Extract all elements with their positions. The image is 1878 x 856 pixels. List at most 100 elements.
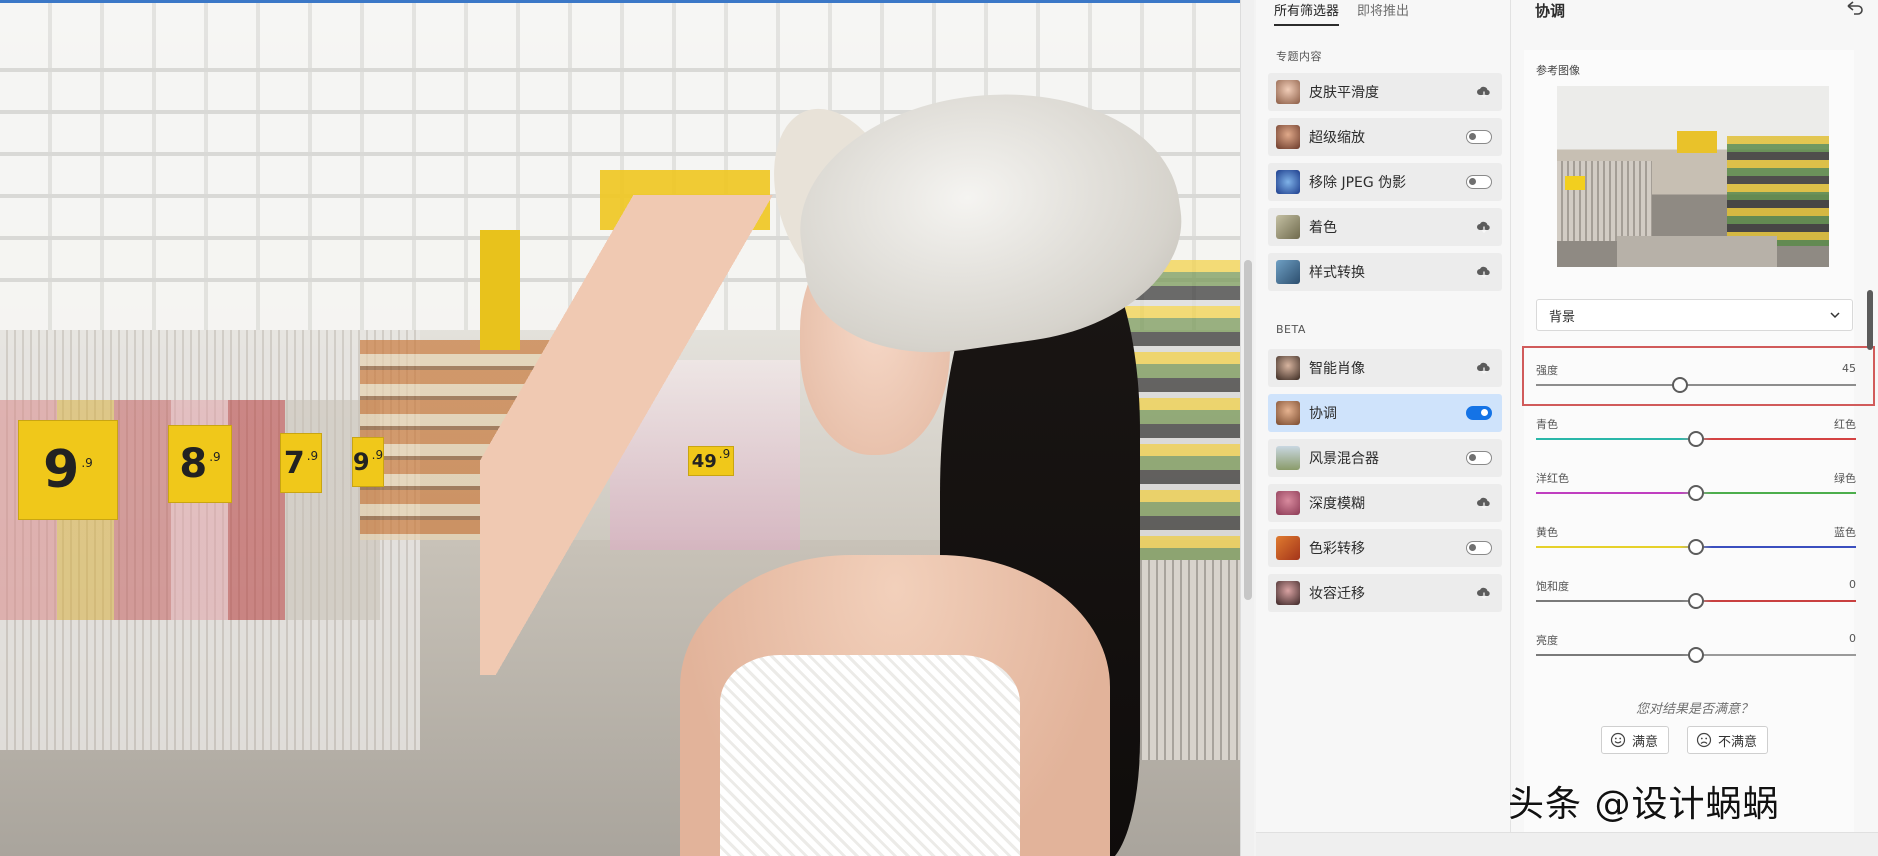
- featured-section-title: 专题内容: [1276, 50, 1322, 63]
- slider-value-label: 红色: [1834, 418, 1856, 431]
- properties-scrollbar-thumb[interactable]: [1867, 290, 1873, 350]
- app-window: 9.9 8.9 7.9 9.9 49.9 所有筛选器: [0, 0, 1878, 856]
- slider-0[interactable]: 强度 45: [1536, 362, 1856, 402]
- jpeg-artifact-thumbnail-icon: [1276, 170, 1300, 194]
- filter-toggle[interactable]: [1466, 451, 1492, 465]
- reference-image-thumbnail[interactable]: [1557, 86, 1829, 267]
- reference-price-tag: [1565, 176, 1585, 190]
- unsatisfied-button[interactable]: 不满意: [1687, 726, 1769, 754]
- watermark-text: 头条 @设计蜗蜗: [1508, 784, 1780, 825]
- filter-toggle[interactable]: [1466, 175, 1492, 189]
- slider-label: 亮度: [1536, 634, 1558, 647]
- slider-label: 黄色: [1536, 526, 1558, 539]
- price-tag: 8.9: [168, 425, 232, 503]
- feedback-question: 您对结果是否满意？: [1635, 702, 1753, 717]
- neural-filters-list: 所有筛选器 即将推出 专题内容 皮肤平滑度超级缩放移除 JPEG 伪影 着色样式转…: [1256, 0, 1510, 856]
- photo-subject-hat: [784, 69, 1196, 371]
- slider-label: 青色: [1536, 418, 1558, 431]
- satisfied-button[interactable]: 满意: [1601, 726, 1670, 754]
- slider-label: 饱和度: [1536, 580, 1569, 593]
- style-transfer-thumbnail-icon: [1276, 260, 1300, 284]
- skin-smoothing-thumbnail-icon: [1276, 80, 1300, 104]
- slider-label: 强度: [1536, 364, 1558, 377]
- tab-all-filters[interactable]: 所有筛选器: [1274, 0, 1340, 26]
- canvas-scrollbar[interactable]: [1240, 0, 1254, 856]
- filter-item-label: 皮肤平滑度: [1309, 85, 1379, 101]
- colorize-thumbnail-icon: [1276, 215, 1300, 239]
- slider-2[interactable]: 洋红色 绿色: [1536, 470, 1856, 510]
- filter-tabs: 所有筛选器 即将推出: [1274, 0, 1409, 26]
- slider-handle[interactable]: [1688, 539, 1704, 555]
- filter-item-smart-portrait[interactable]: 智能肖像: [1268, 349, 1502, 387]
- filter-item-label: 妆容迁移: [1309, 586, 1365, 602]
- undo-icon[interactable]: [1844, 0, 1864, 16]
- cloud-download-icon[interactable]: [1476, 85, 1492, 99]
- slider-handle[interactable]: [1688, 593, 1704, 609]
- layer-select-value: 背景: [1549, 309, 1576, 325]
- reference-floor: [1617, 236, 1777, 267]
- filter-item-skin-smoothing[interactable]: 皮肤平滑度: [1268, 73, 1502, 111]
- reference-yellow-sign: [1677, 131, 1717, 153]
- slider-value-label: 45: [1842, 362, 1856, 375]
- slider-5[interactable]: 亮度 0: [1536, 632, 1856, 672]
- landscape-mixer-thumbnail-icon: [1276, 446, 1300, 470]
- slider-handle[interactable]: [1688, 431, 1704, 447]
- filter-item-jpeg-artifact[interactable]: 移除 JPEG 伪影: [1268, 163, 1502, 201]
- filter-item-landscape-mixer[interactable]: 风景混合器: [1268, 439, 1502, 477]
- filter-item-label: 智能肖像: [1309, 361, 1365, 377]
- slider-track[interactable]: [1536, 384, 1856, 386]
- image-canvas[interactable]: 9.9 8.9 7.9 9.9 49.9: [0, 0, 1240, 856]
- price-tag: 9.9: [18, 420, 118, 520]
- canvas-scrollbar-thumb[interactable]: [1244, 260, 1252, 600]
- filter-item-label: 着色: [1309, 220, 1337, 236]
- filter-item-makeup-transfer[interactable]: 妆容迁移: [1268, 574, 1502, 612]
- cloud-download-icon[interactable]: [1476, 361, 1492, 375]
- cloud-download-icon[interactable]: [1476, 220, 1492, 234]
- panel-title: 协调: [1535, 2, 1566, 20]
- filter-item-label: 超级缩放: [1309, 130, 1365, 146]
- filter-item-style-transfer[interactable]: 样式转换: [1268, 253, 1502, 291]
- slider-handle[interactable]: [1688, 647, 1704, 663]
- slider-value-label: 0: [1849, 632, 1856, 645]
- filter-item-label: 深度模糊: [1309, 496, 1365, 512]
- reference-image-label: 参考图像: [1536, 64, 1580, 77]
- filter-item-label: 色彩转移: [1309, 541, 1365, 557]
- tab-coming-soon[interactable]: 即将推出: [1357, 0, 1409, 26]
- canvas-top-border: [0, 0, 1240, 3]
- filter-properties-panel: 协调 参考图像 背景 强度 45 青色 红色 洋红色 绿色 黄色 蓝色 饱和度 0 亮度 0 您对结果…: [1511, 0, 1878, 856]
- filter-item-harmonization[interactable]: 协调: [1268, 394, 1502, 432]
- cloud-download-icon[interactable]: [1476, 496, 1492, 510]
- slider-handle[interactable]: [1688, 485, 1704, 501]
- slider-handle[interactable]: [1672, 377, 1688, 393]
- super-zoom-thumbnail-icon: [1276, 125, 1300, 149]
- filter-item-super-zoom[interactable]: 超级缩放: [1268, 118, 1502, 156]
- price-tag: 7.9: [280, 433, 322, 493]
- filter-item-depth-blur[interactable]: 深度模糊: [1268, 484, 1502, 522]
- slider-4[interactable]: 饱和度 0: [1536, 578, 1856, 618]
- slider-3[interactable]: 黄色 蓝色: [1536, 524, 1856, 564]
- makeup-transfer-thumbnail-icon: [1276, 581, 1300, 605]
- depth-blur-thumbnail-icon: [1276, 491, 1300, 515]
- filter-item-label: 样式转换: [1309, 265, 1365, 281]
- reference-shelf-left: [1557, 161, 1652, 241]
- filter-item-label: 风景混合器: [1309, 451, 1379, 467]
- filter-toggle[interactable]: [1466, 130, 1492, 144]
- slider-label: 洋红色: [1536, 472, 1569, 485]
- cloud-download-icon[interactable]: [1476, 586, 1492, 600]
- filter-toggle[interactable]: [1466, 541, 1492, 555]
- filter-item-color-transfer[interactable]: 色彩转移: [1268, 529, 1502, 567]
- filter-item-label: 移除 JPEG 伪影: [1309, 175, 1407, 191]
- unsatisfied-label: 不满意: [1718, 734, 1758, 750]
- properties-scrollbar[interactable]: [1866, 50, 1874, 840]
- filter-item-colorize[interactable]: 着色: [1268, 208, 1502, 246]
- layer-select[interactable]: 背景: [1536, 299, 1853, 331]
- reference-shelf-right: [1727, 136, 1829, 246]
- photo-subject-woman: [480, 69, 1196, 856]
- satisfied-label: 满意: [1632, 734, 1659, 750]
- slider-1[interactable]: 青色 红色: [1536, 416, 1856, 456]
- filter-toggle[interactable]: [1466, 406, 1492, 420]
- filter-item-label: 协调: [1309, 406, 1337, 422]
- harmonization-thumbnail-icon: [1276, 401, 1300, 425]
- cloud-download-icon[interactable]: [1476, 265, 1492, 279]
- smile-icon: [1610, 732, 1626, 748]
